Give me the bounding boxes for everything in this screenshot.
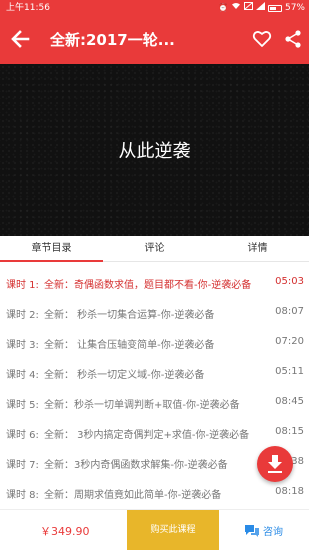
status-time: 上午11:56 xyxy=(6,3,50,13)
lesson-title: 全新： 秒杀一切集合运算-你-逆袭必备 xyxy=(44,310,215,321)
download-button[interactable] xyxy=(257,446,293,482)
lesson-number: 课时 8: xyxy=(6,490,39,501)
video-caption: 从此逆袭 xyxy=(118,141,191,162)
tab-comments[interactable]: 评论 xyxy=(103,236,206,262)
lesson-duration: 07:20 xyxy=(275,336,304,347)
lesson-duration: 08:15 xyxy=(275,426,304,437)
lesson-number: 课时 2: xyxy=(6,310,39,321)
download-icon xyxy=(268,455,282,473)
lesson-duration: 05:03 xyxy=(275,276,304,287)
app-bar: 全新:2017一轮... xyxy=(0,16,309,64)
lesson-item[interactable]: 课时 2: 全新： 秒杀一切集合运算-你-逆袭必备 08:07 xyxy=(0,298,309,327)
lesson-title: 全新： 秒杀一切定义域-你-逆袭必备 xyxy=(44,370,205,381)
lesson-item[interactable]: 课时 1: 全新：奇偶函数求值，题目都不看-你-逆袭必备 05:03 xyxy=(0,268,309,297)
lesson-item[interactable]: 课时 5: 全新：秒杀一切单调判断+取值-你-逆袭必备 08:45 xyxy=(0,388,309,417)
tab-details[interactable]: 详情 xyxy=(206,236,309,262)
active-tab-indicator xyxy=(0,260,103,262)
status-icons: ⏰ 57% xyxy=(218,0,305,16)
alarm-icon: ⏰ xyxy=(218,3,228,12)
arrow-left-icon[interactable] xyxy=(9,28,31,50)
battery-icon xyxy=(267,4,282,12)
lesson-duration: 05:11 xyxy=(275,366,304,377)
wifi-icon xyxy=(231,0,241,16)
lesson-number: 课时 3: xyxy=(6,340,39,351)
lesson-item[interactable]: 课时 3: 全新： 让集合压轴变简单-你-逆袭必备 07:20 xyxy=(0,328,309,357)
tab-bar: 章节目录 评论 详情 xyxy=(0,236,309,262)
lesson-title: 全新：奇偶函数求值，题目都不看-你-逆袭必备 xyxy=(44,280,252,291)
page-title: 全新:2017一轮... xyxy=(50,31,175,49)
lesson-duration: 08:18 xyxy=(275,486,304,497)
lesson-title: 全新：秒杀一切单调判断+取值-你-逆袭必备 xyxy=(44,400,240,411)
buy-course-button[interactable]: 购买此课程 xyxy=(127,510,219,550)
consult-button[interactable]: 咨询 xyxy=(244,523,283,538)
share-icon[interactable] xyxy=(283,29,303,49)
lesson-number: 课时 6: xyxy=(6,430,39,441)
lesson-item[interactable]: 课时 4: 全新： 秒杀一切定义域-你-逆袭必备 05:11 xyxy=(0,358,309,387)
video-player[interactable]: 从此逆袭 xyxy=(0,64,309,236)
lesson-number: 课时 7: xyxy=(6,460,39,471)
bottom-bar: ￥349.90 购买此课程 咨询 xyxy=(0,509,309,550)
lesson-number: 课时 1: xyxy=(6,280,39,291)
lesson-duration: 08:45 xyxy=(275,396,304,407)
lesson-title: 全新：周期求值竟如此简单-你-逆袭必备 xyxy=(44,490,222,501)
chat-bubble-icon xyxy=(245,524,259,537)
lesson-title: 全新： 3秒内搞定奇偶判定+求值-你-逆袭必备 xyxy=(44,430,250,441)
heart-outline-icon[interactable] xyxy=(252,29,272,49)
signal-icon xyxy=(255,0,265,16)
lesson-number: 课时 4: xyxy=(6,370,39,381)
status-bar: 上午11:56 ⏰ 57% xyxy=(0,0,309,16)
lesson-duration: 08:07 xyxy=(275,306,304,317)
lesson-number: 课时 5: xyxy=(6,400,39,411)
battery-percent: 57% xyxy=(284,3,305,13)
lesson-item[interactable]: 课时 6: 全新： 3秒内搞定奇偶判定+求值-你-逆袭必备 08:15 xyxy=(0,418,309,447)
mute-icon xyxy=(243,0,253,16)
lesson-title: 全新： 让集合压轴变简单-你-逆袭必备 xyxy=(44,340,215,351)
lesson-item[interactable]: 课时 8: 全新：周期求值竟如此简单-你-逆袭必备 08:18 xyxy=(0,478,309,507)
lesson-title: 全新：3秒内奇偶函数求解集-你-逆袭必备 xyxy=(44,460,228,471)
consult-label: 咨询 xyxy=(263,527,283,538)
tab-chapters[interactable]: 章节目录 xyxy=(0,236,103,262)
course-price: ￥349.90 xyxy=(40,525,90,538)
